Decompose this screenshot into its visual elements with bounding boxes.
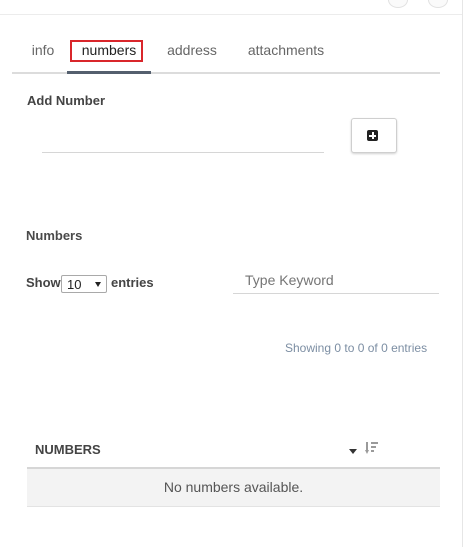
tab-address[interactable]: address: [164, 34, 220, 70]
sort-icon[interactable]: [365, 441, 379, 455]
tab-attachments[interactable]: attachments: [244, 34, 328, 70]
select-caret-icon: [95, 282, 101, 287]
page-size-value: 10: [67, 277, 82, 292]
column-header-numbers[interactable]: NUMBERS: [35, 442, 101, 457]
empty-table-message: No numbers available.: [27, 469, 440, 507]
page-size-select[interactable]: 10: [61, 275, 107, 293]
tab-label: attachments: [247, 42, 325, 58]
window-control-button[interactable]: [428, 0, 448, 8]
add-number-label: Add Number: [27, 93, 105, 108]
panel-top-edge: [0, 0, 462, 15]
tab-label: info: [31, 42, 55, 58]
tab-bar: info numbers address attachments: [12, 34, 440, 74]
entries-label: entries: [111, 275, 154, 290]
tab-label: address: [167, 42, 217, 58]
window-control-button[interactable]: [388, 0, 408, 8]
page-size-control: Show: [26, 275, 61, 290]
search-input[interactable]: [233, 266, 439, 294]
table-info-text: Showing 0 to 0 of 0 entries: [285, 341, 428, 355]
focus-outline: [70, 40, 143, 62]
show-label: Show: [26, 275, 61, 290]
add-number-button[interactable]: [351, 118, 397, 153]
tab-info[interactable]: info: [26, 34, 60, 70]
numbers-panel: info numbers address attachments Add Num…: [0, 0, 463, 547]
add-number-input[interactable]: [42, 128, 324, 153]
tab-numbers[interactable]: numbers: [67, 34, 151, 74]
plus-square-icon: [367, 130, 378, 141]
table-header-row: NUMBERS: [27, 433, 440, 469]
numbers-section-title: Numbers: [26, 228, 83, 243]
entries-label-wrap: entries: [111, 275, 154, 290]
caret-down-icon[interactable]: [349, 449, 357, 454]
